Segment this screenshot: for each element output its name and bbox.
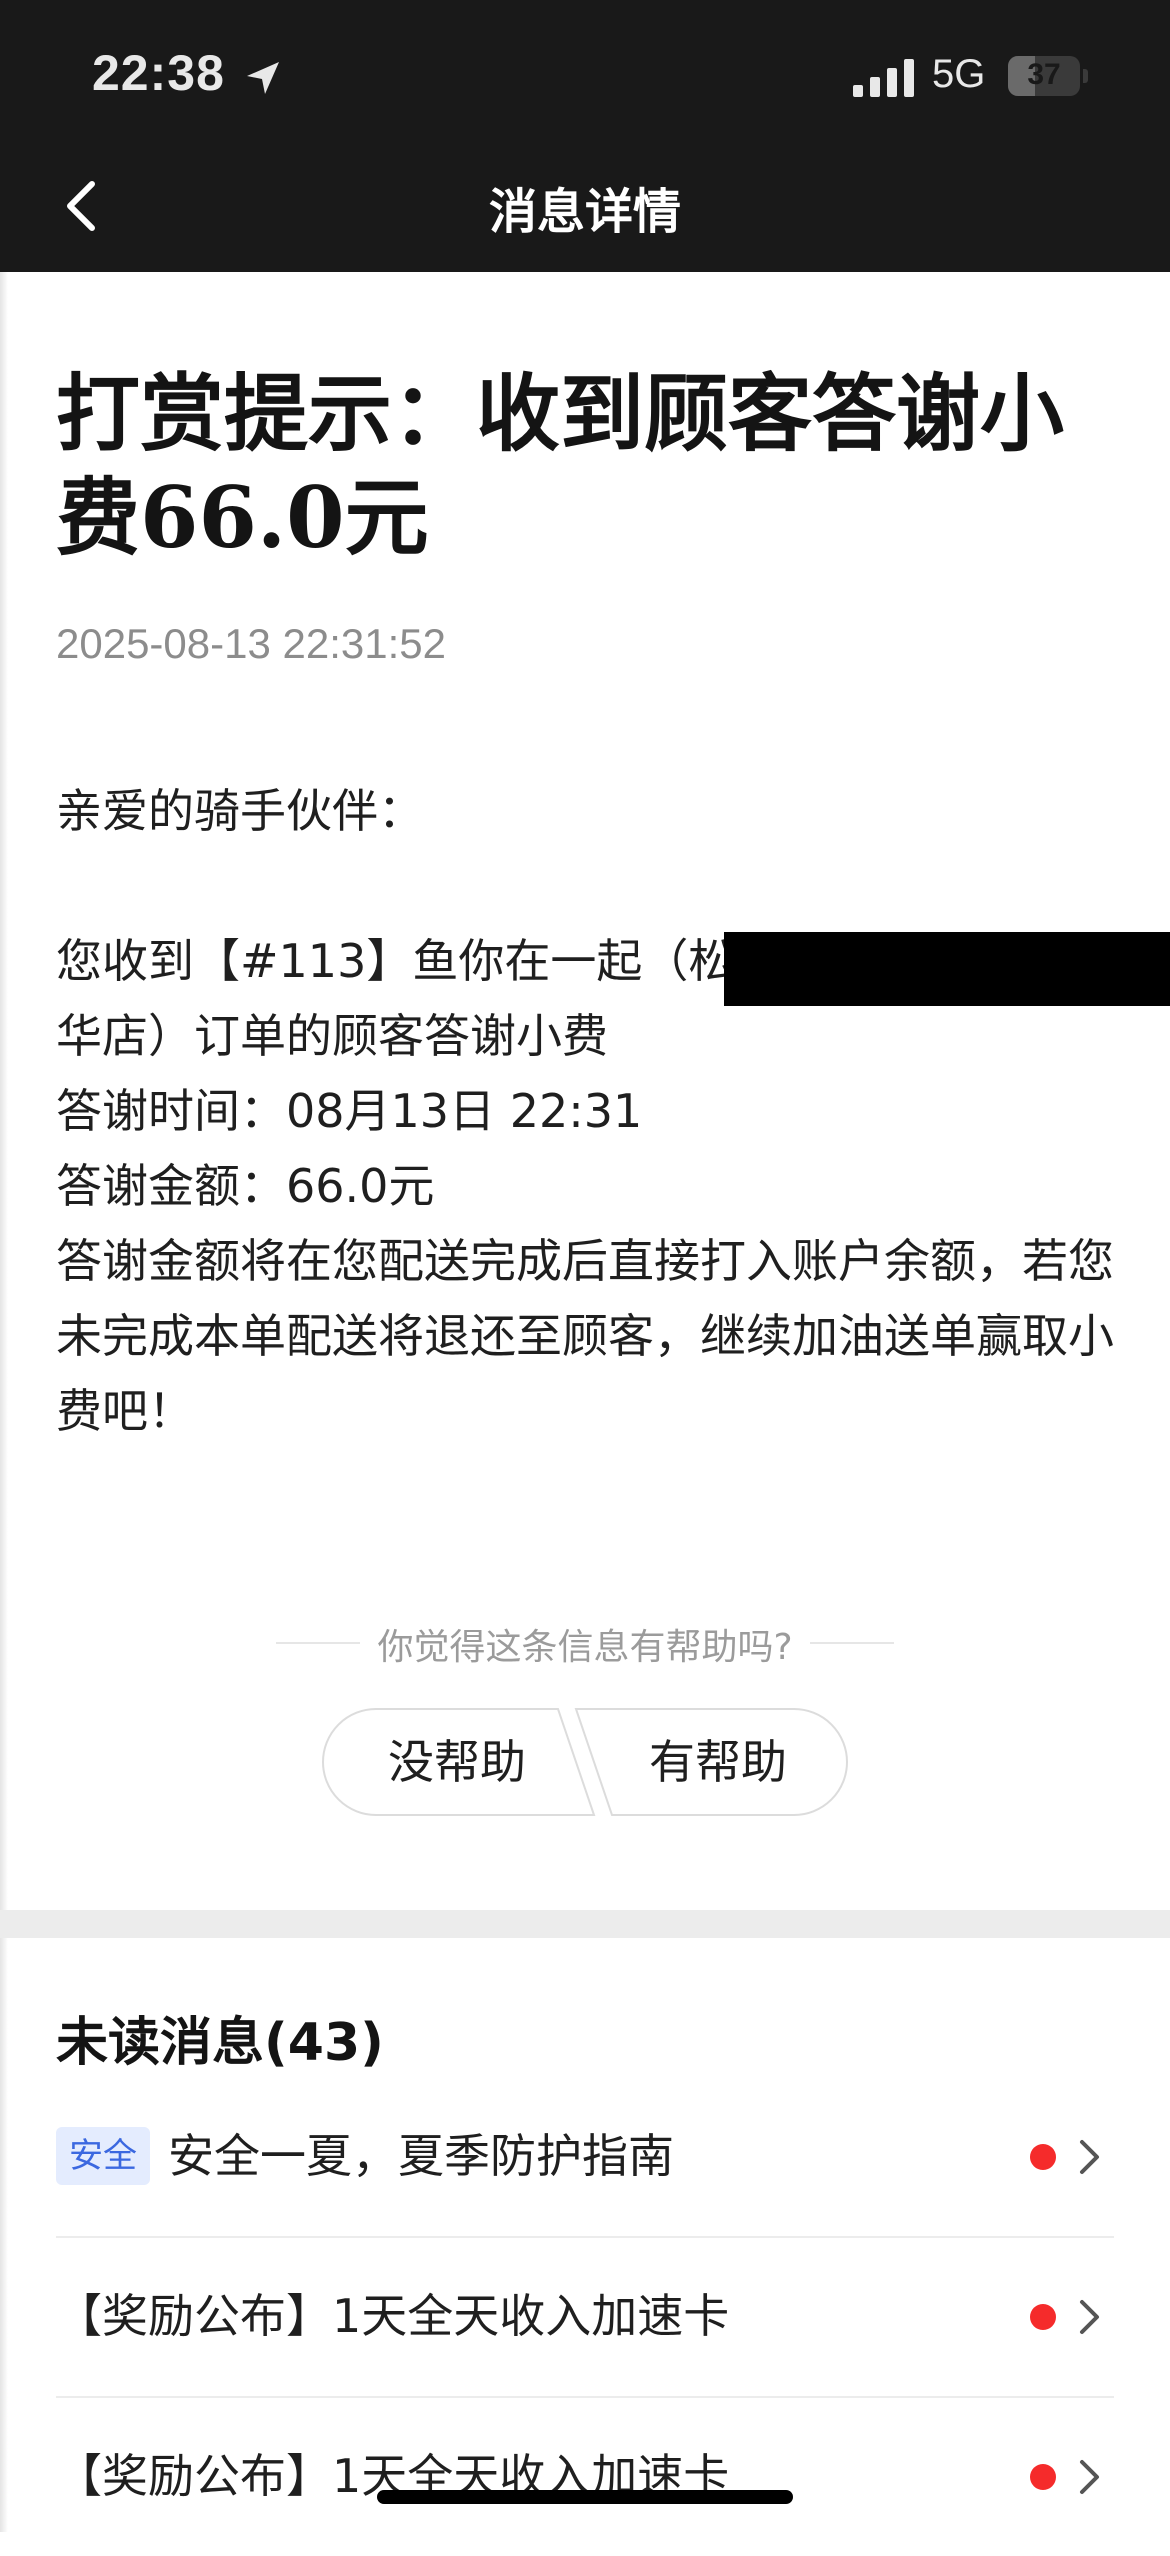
chevron-right-icon — [1080, 2140, 1099, 2174]
network-type: 5G — [932, 52, 986, 96]
redaction-box — [724, 932, 1170, 1006]
home-indicator[interactable] — [377, 2490, 793, 2504]
unread-dot-icon — [1030, 2144, 1056, 2170]
signal-icon — [853, 59, 914, 97]
unread-item-reward-2[interactable]: 【奖励公布】1天全天收入加速卡 — [56, 2396, 1114, 2556]
chevron-right-icon — [1080, 2300, 1099, 2334]
battery-icon: 37 — [1008, 56, 1088, 96]
unread-item-safety[interactable]: 安全 安全一夏，夏季防护指南 — [56, 2076, 1114, 2238]
chevron-right-icon — [1080, 2460, 1099, 2494]
card-edge-shadow — [0, 272, 8, 2532]
message-body: 亲爱的骑手伙伴： 您收到【#113】鱼你在一起（松 华店）订单的顾客答谢小费 答… — [56, 774, 1116, 1449]
message-timestamp: 2025-08-13 22:31:52 — [56, 620, 446, 667]
feedback-buttons: 没帮助 有帮助 — [322, 1708, 848, 1816]
greeting-text: 亲爱的骑手伙伴： — [56, 784, 424, 838]
unread-dot-icon — [1030, 2464, 1056, 2490]
list-item-label: 安全一夏，夏季防护指南 — [168, 2129, 674, 2183]
section-separator — [0, 1910, 1170, 1938]
location-arrow-icon — [247, 62, 279, 94]
note-text: 答谢金额将在您配送完成后直接打入账户余额，若您未完成本单配送将退还至顾客，继续加… — [56, 1234, 1114, 1438]
safety-tag: 安全 — [56, 2127, 150, 2185]
helpful-button[interactable]: 有帮助 — [612, 1708, 824, 1816]
unread-dot-icon — [1030, 2304, 1056, 2330]
battery-percent: 37 — [1027, 58, 1061, 91]
status-time: 22:38 — [92, 45, 225, 101]
unread-item-reward-1[interactable]: 【奖励公布】1天全天收入加速卡 — [56, 2236, 1114, 2398]
thanks-amount-text: 答谢金额：66.0元 — [56, 1159, 435, 1213]
not-helpful-button[interactable]: 没帮助 — [342, 1708, 572, 1816]
feedback-question: 你觉得这条信息有帮助吗? — [377, 1627, 793, 1668]
unread-section-title: 未读消息(43) — [56, 2013, 384, 2073]
message-title: 打赏提示：收到顾客答谢小费66.0元 — [56, 364, 1065, 567]
list-item-label: 【奖励公布】1天全天收入加速卡 — [56, 2289, 730, 2343]
thanks-time-text: 答谢时间：08月13日 22:31 — [56, 1084, 643, 1138]
top-bar: 22:38 5G 37 消息详情 — [0, 0, 1170, 272]
page-title: 消息详情 — [488, 184, 681, 240]
